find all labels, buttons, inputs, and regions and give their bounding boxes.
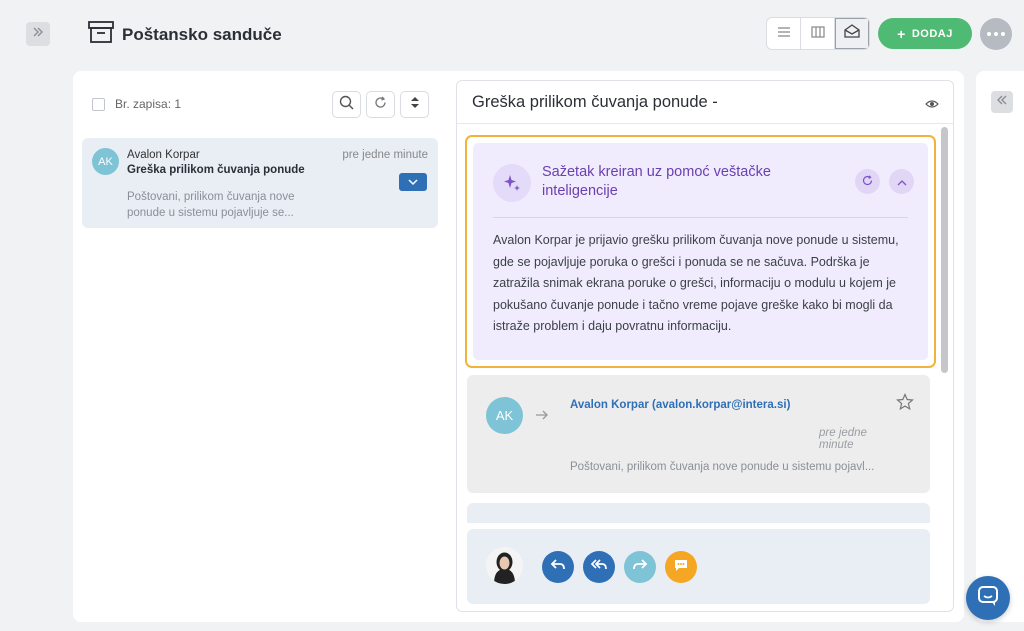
- chat-icon: [977, 585, 999, 612]
- email-time: pre jedne minute: [819, 427, 867, 451]
- message-sender: Avalon Korpar: [127, 149, 200, 161]
- message-expand-button[interactable]: [399, 173, 427, 191]
- comment-button[interactable]: [665, 551, 697, 583]
- search-button[interactable]: [332, 91, 361, 118]
- list-header: Br. zapisa: 1: [92, 97, 181, 111]
- view-switcher: [766, 17, 870, 50]
- list-view-button[interactable]: [767, 18, 801, 49]
- sidebar-expand-icon: [32, 25, 44, 43]
- sort-button[interactable]: [400, 91, 429, 118]
- reply-all-icon: [590, 558, 608, 577]
- envelope-open-icon: [844, 24, 860, 43]
- ai-summary-text: Avalon Korpar je prijavio grešku priliko…: [493, 233, 899, 333]
- chat-button[interactable]: [966, 576, 1010, 620]
- reply-icon: [550, 558, 566, 577]
- detail-title: Greška prilikom čuvanja ponude -: [472, 93, 718, 111]
- scrollbar[interactable]: [941, 127, 948, 373]
- page-title: Poštansko sanduče: [122, 24, 282, 44]
- message-preview: Poštovani, prilikom čuvanja nove ponude …: [127, 191, 295, 219]
- user-avatar: [486, 547, 523, 584]
- email-card[interactable]: AK Avalon Korpar (avalon.korpar@intera.s…: [467, 375, 930, 493]
- ai-regenerate-button[interactable]: [855, 169, 880, 194]
- refresh-button[interactable]: [366, 91, 395, 118]
- arrow-right-icon: [535, 408, 549, 426]
- next-email-card[interactable]: [467, 503, 930, 523]
- page-header: Poštansko sanduče: [88, 20, 282, 49]
- list-view-icon: [777, 25, 791, 43]
- message-time: pre jedne minute: [342, 149, 428, 161]
- message-detail: Greška prilikom čuvanja ponude - Sažetak…: [456, 80, 954, 612]
- chevron-down-icon: [408, 173, 418, 191]
- sort-icon: [410, 96, 420, 114]
- select-all-checkbox[interactable]: [92, 97, 105, 111]
- plus-icon: +: [897, 25, 906, 42]
- chevron-up-icon: [897, 173, 907, 191]
- inbox-view-button[interactable]: [835, 18, 869, 49]
- divider: [457, 123, 953, 124]
- avatar: AK: [486, 397, 523, 434]
- inbox-icon: [88, 20, 114, 49]
- search-icon: [339, 95, 354, 115]
- list-item[interactable]: AK Avalon Korpar Greška prilikom čuvanja…: [82, 138, 438, 228]
- columns-view-button[interactable]: [801, 18, 835, 49]
- forward-button[interactable]: [624, 551, 656, 583]
- refresh-icon: [862, 173, 873, 191]
- sidebar-collapse-button[interactable]: [991, 91, 1013, 113]
- star-icon[interactable]: [896, 393, 914, 416]
- ai-summary-box: Sažetak kreiran uz pomoć veštačke inteli…: [465, 135, 936, 368]
- sidebar-collapse-icon: [996, 93, 1008, 111]
- sidebar-expand-button[interactable]: [26, 22, 50, 46]
- email-from[interactable]: Avalon Korpar (avalon.korpar@intera.si): [570, 399, 790, 411]
- record-count: Br. zapisa: 1: [115, 97, 182, 111]
- email-preview: Poštovani, prilikom čuvanja nove ponude …: [570, 461, 875, 473]
- refresh-icon: [374, 96, 387, 114]
- add-button-label: DODAJ: [911, 27, 953, 40]
- divider: [493, 217, 908, 218]
- reply-all-button[interactable]: [583, 551, 615, 583]
- more-button[interactable]: [980, 18, 1012, 50]
- reply-bar: [467, 529, 930, 604]
- right-sidebar: [976, 71, 1024, 622]
- reply-button[interactable]: [542, 551, 574, 583]
- avatar: AK: [92, 148, 119, 175]
- message-subject: Greška prilikom čuvanja ponude: [127, 164, 305, 176]
- ai-summary-title: Sažetak kreiran uz pomoć veštačke inteli…: [542, 164, 771, 199]
- ai-collapse-button[interactable]: [889, 169, 914, 194]
- more-icon: [987, 32, 1005, 36]
- add-button[interactable]: + DODAJ: [878, 18, 972, 49]
- columns-view-icon: [810, 25, 825, 43]
- comment-icon: [673, 558, 689, 577]
- forward-icon: [632, 558, 648, 577]
- sparkles-icon: [493, 164, 531, 202]
- eye-icon[interactable]: [925, 96, 939, 114]
